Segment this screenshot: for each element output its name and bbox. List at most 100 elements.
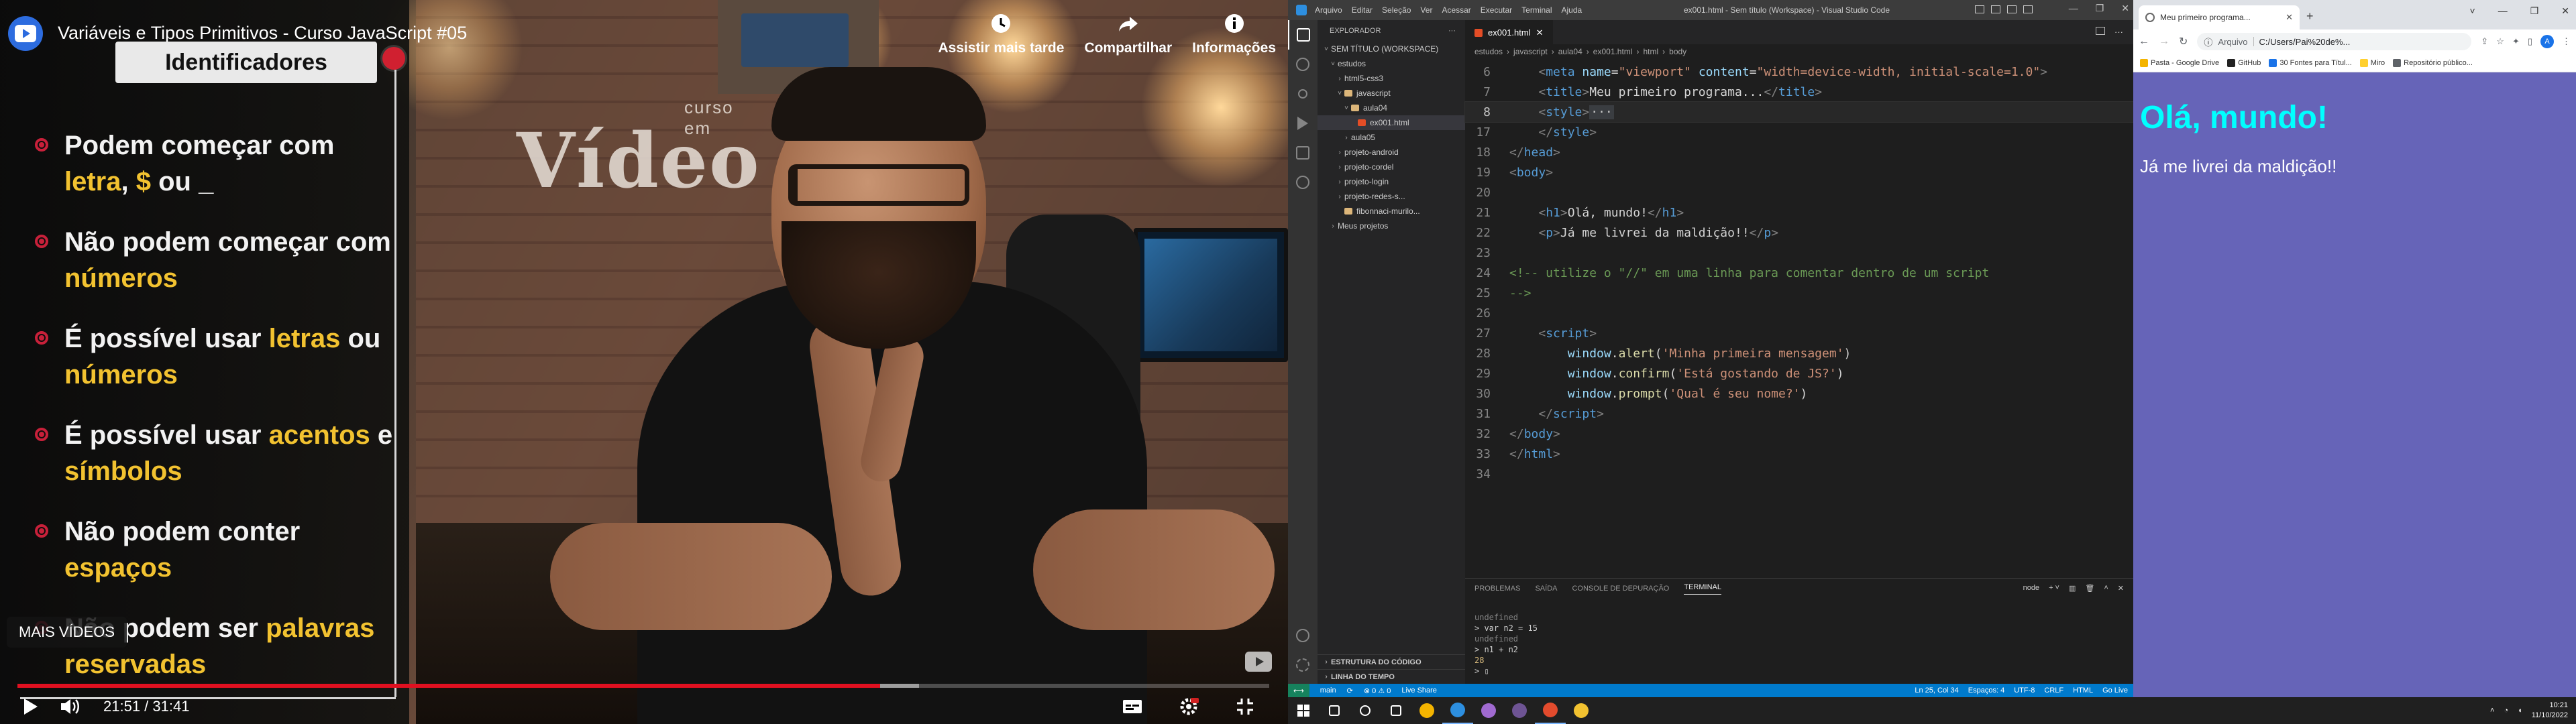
explorer-icon[interactable]	[1288, 20, 1318, 50]
tree-item[interactable]: ˅ estudos	[1318, 56, 1465, 71]
video-progress-bar[interactable]	[17, 684, 1269, 688]
start-button[interactable]	[1288, 697, 1319, 724]
tray-chevron-icon[interactable]: ˄	[2490, 707, 2494, 715]
code-line[interactable]: 28 window.alert('Minha primeira mensagem…	[1465, 343, 2133, 363]
menu-item[interactable]: Editar	[1352, 5, 1373, 15]
code-line[interactable]: 23	[1465, 243, 2133, 263]
code-editor[interactable]: 6 <meta name="viewport" content="width=d…	[1464, 62, 2134, 578]
breadcrumb-item[interactable]: ex001.html	[1593, 47, 1633, 56]
more-videos-button[interactable]: MAIS VÍDEOS	[7, 617, 127, 648]
taskbar-clock[interactable]: 10:21 11/10/2022	[2532, 701, 2568, 721]
status-item[interactable]: main	[1320, 686, 1336, 695]
taskbar-chrome-icon[interactable]	[1411, 697, 1442, 724]
address-bar[interactable]: ⓘ Arquivo C:/Users/Pai%20de%...	[2197, 33, 2472, 50]
back-icon[interactable]: ←	[2139, 36, 2149, 48]
timeline-section[interactable]: › LINHA DO TEMPO	[1318, 669, 1465, 684]
tab-close-icon[interactable]: ✕	[1536, 27, 1544, 38]
watch-later-button[interactable]: Assistir mais tarde	[938, 12, 1064, 56]
chrome-maximize-icon[interactable]: ❐	[2530, 5, 2539, 17]
tree-item[interactable]: ˅ aula04	[1318, 101, 1465, 115]
menu-item[interactable]: Seleção	[1382, 5, 1411, 15]
tree-item[interactable]: › projeto-login	[1318, 174, 1465, 189]
panel-tab[interactable]: TERMINAL	[1684, 583, 1721, 595]
chrome-menu-icon[interactable]: ⋮	[2562, 36, 2571, 47]
status-item[interactable]: Go Live	[2102, 686, 2128, 695]
code-line[interactable]: 6 <meta name="viewport" content="width=d…	[1465, 62, 2133, 82]
breadcrumb-item[interactable]: javascript	[1513, 47, 1548, 56]
code-line[interactable]: 7 <title>Meu primeiro programa...</title…	[1465, 82, 2133, 102]
menu-item[interactable]: Executar	[1481, 5, 1512, 15]
extensions-icon[interactable]	[1288, 138, 1318, 168]
code-line[interactable]: 29 window.confirm('Está gostando de JS?'…	[1465, 363, 2133, 383]
play-button[interactable]	[17, 695, 44, 719]
breadcrumb-item[interactable]: body	[1669, 47, 1686, 56]
bookmark-item[interactable]: Repositório público...	[2393, 58, 2473, 67]
taskbar-chrome-profile-icon[interactable]	[1535, 697, 1566, 724]
share-button[interactable]: Compartilhar	[1084, 12, 1172, 56]
status-item[interactable]: Live Share	[1401, 686, 1437, 695]
status-item[interactable]: Espaços: 4	[1968, 686, 2004, 695]
taskbar-explorer-icon[interactable]	[1566, 697, 1597, 724]
code-line[interactable]: 17 </style>	[1465, 122, 2133, 142]
live-share-icon[interactable]	[1288, 168, 1318, 197]
terminal-shell-label[interactable]: node	[2023, 584, 2039, 593]
panel-tab[interactable]: CONSOLE DE DEPURAÇÃO	[1572, 585, 1669, 593]
video-title[interactable]: Variáveis e Tipos Primitivos - Curso Jav…	[58, 23, 467, 44]
source-control-icon[interactable]	[1288, 79, 1318, 109]
tree-item[interactable]: fibonnaci-murilo...	[1318, 204, 1465, 219]
code-line[interactable]: 31 </script>	[1465, 404, 2133, 424]
breadcrumb-item[interactable]: estudos	[1474, 47, 1503, 56]
toggle-secondary-sidebar-icon[interactable]	[2007, 5, 2017, 13]
code-line[interactable]: 25 -->	[1465, 283, 2133, 303]
menu-item[interactable]: Ajuda	[1562, 5, 1582, 15]
status-item[interactable]: HTML	[2073, 686, 2093, 695]
chrome-tab-close-icon[interactable]: ✕	[2286, 12, 2293, 23]
accounts-icon[interactable]	[1288, 621, 1318, 650]
bookmark-item[interactable]: Pasta - Google Drive	[2140, 58, 2219, 67]
status-item[interactable]: UTF-8	[2014, 686, 2035, 695]
tree-item[interactable]: › Meus projetos	[1318, 219, 1465, 233]
search-icon[interactable]	[1288, 50, 1318, 79]
run-debug-icon[interactable]	[1288, 109, 1318, 138]
kill-terminal-icon[interactable]: 🗑	[2085, 584, 2094, 593]
status-item[interactable]: ⊗ 0 ⚠ 0	[1364, 686, 1391, 695]
menu-item[interactable]: Acessar	[1442, 5, 1470, 15]
tree-item[interactable]: ex001.html	[1318, 115, 1465, 130]
bookmark-item[interactable]: Miro	[2359, 58, 2385, 67]
share-page-icon[interactable]: ⇪	[2481, 36, 2488, 47]
breadcrumb-item[interactable]: html	[1643, 47, 1658, 56]
youtube-player[interactable]: curso em Vídeo Variáveis e Tipos Primiti…	[0, 0, 1288, 724]
speaker-icon[interactable]: ◖	[2518, 707, 2522, 715]
tree-item[interactable]: › projeto-android	[1318, 145, 1465, 160]
tree-item[interactable]: ˅ javascript	[1318, 86, 1465, 101]
profile-avatar[interactable]: A	[2540, 35, 2554, 48]
info-button[interactable]: Informações	[1192, 12, 1276, 56]
editor-tab-ex001[interactable]: ex001.html ✕	[1465, 20, 1553, 44]
code-line[interactable]: 21 <h1>Olá, mundo!</h1>	[1465, 202, 2133, 223]
explorer-more-icon[interactable]: ···	[1448, 27, 1456, 35]
forward-icon[interactable]: →	[2159, 36, 2169, 48]
chrome-tab-search-icon[interactable]: ˅	[2470, 5, 2475, 17]
editor-more-icon[interactable]: ···	[2114, 27, 2124, 37]
taskbar-github-icon[interactable]	[1504, 697, 1535, 724]
taskbar-vscode-icon[interactable]	[1442, 697, 1473, 724]
split-editor-icon[interactable]	[2096, 27, 2105, 35]
code-line[interactable]: 33 </html>	[1465, 444, 2133, 464]
panel-tab[interactable]: SAÍDA	[1535, 585, 1557, 593]
customize-layout-icon[interactable]	[2023, 5, 2033, 13]
toggle-panel-icon[interactable]	[1991, 5, 2000, 13]
new-terminal-icon[interactable]: + ˅	[2049, 584, 2059, 593]
status-item[interactable]: Ln 25, Col 34	[1915, 686, 1958, 695]
status-item[interactable]: ⟳	[1347, 686, 1353, 695]
maximize-panel-icon[interactable]: ˄	[2104, 584, 2108, 593]
network-icon[interactable]: ◔	[2504, 707, 2508, 715]
minimize-icon[interactable]: —	[2069, 3, 2078, 14]
maximize-icon[interactable]: ❐	[2096, 3, 2104, 14]
menu-item[interactable]: Arquivo	[1315, 5, 1342, 15]
taskbar-taskview-icon[interactable]	[1381, 697, 1411, 724]
code-line[interactable]: 30 window.prompt('Qual é seu nome?')	[1465, 383, 2133, 404]
chrome-close-icon[interactable]: ✕	[2561, 5, 2569, 17]
chrome-minimize-icon[interactable]: —	[2498, 5, 2508, 17]
taskbar-search-icon[interactable]	[1319, 697, 1350, 724]
taskbar-discord-icon[interactable]	[1473, 697, 1504, 724]
